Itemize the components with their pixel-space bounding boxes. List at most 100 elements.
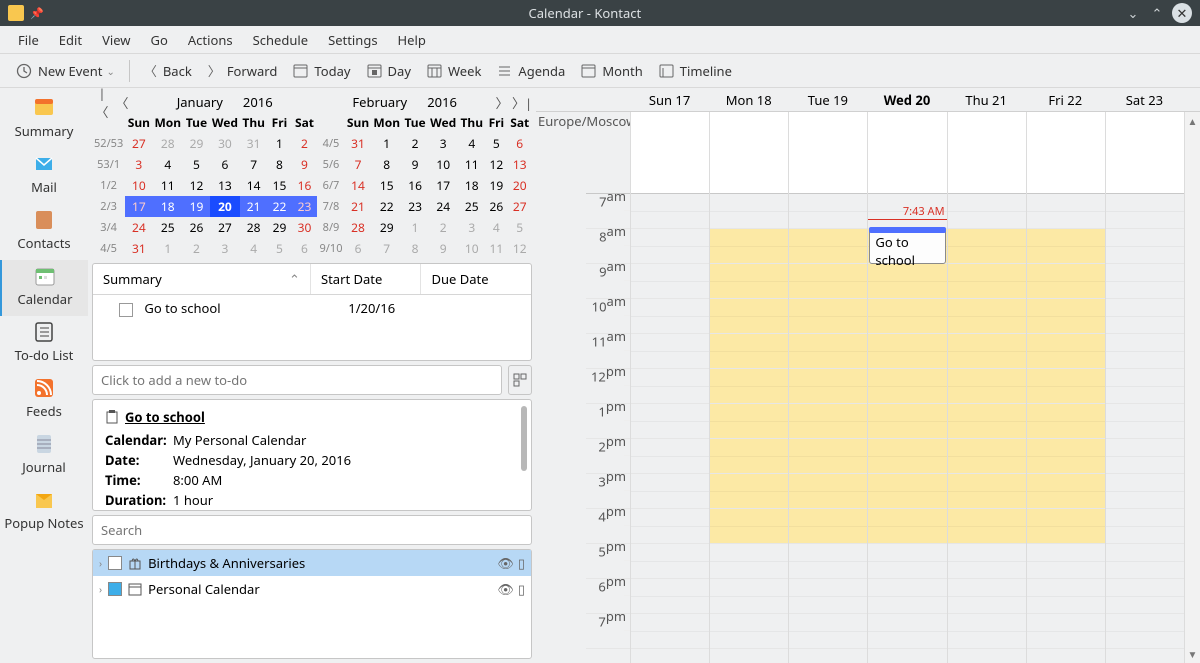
device-icon[interactable]: ▯ (518, 554, 525, 572)
minical-prev-button[interactable]: 〈 (112, 93, 132, 112)
sidebar-item-summary[interactable]: Summary (0, 92, 88, 148)
menu-actions[interactable]: Actions (178, 27, 243, 53)
search-input[interactable] (92, 515, 532, 545)
event-details: Go to school Calendar:My Personal Calend… (92, 399, 532, 511)
chevron-down-icon: ⌄ (106, 64, 114, 78)
timeline-icon (659, 63, 674, 78)
week-scrollbar[interactable]: ▲ ▼ (1184, 112, 1200, 663)
close-button[interactable]: ✕ (1172, 3, 1192, 23)
calendar-week-icon (427, 63, 442, 78)
menu-schedule[interactable]: Schedule (243, 27, 318, 53)
sidebar-item-mail[interactable]: Mail (0, 148, 88, 204)
sidebar-item-feeds[interactable]: Feeds (0, 372, 88, 428)
tree-toggle-icon: › (99, 556, 102, 570)
day-button[interactable]: Day (359, 58, 419, 84)
day-column-wed[interactable]: 7:43 AM Go to school (867, 112, 946, 663)
day-header-fri[interactable]: Fri 22 (1026, 88, 1105, 111)
time-gutter: 7am 8am 9am 10am 11am 12pm 1pm 2pm 3pm 4… (586, 112, 630, 663)
calendar-icon (293, 63, 308, 78)
minical-next-button[interactable]: 〉 (492, 93, 512, 112)
minical-last-button[interactable]: 〉| (512, 93, 532, 112)
today-button[interactable]: Today (285, 58, 358, 84)
minical-january[interactable]: SunMonTueWedThuFriSat 52/53272829303112 … (92, 112, 317, 259)
current-time-label: 7:43 AM (903, 204, 945, 219)
app-icon (8, 5, 24, 21)
sidebar-item-contacts[interactable]: Contacts (0, 204, 88, 260)
todo-col-due[interactable]: Due Date (421, 264, 531, 294)
calendar-day-icon (367, 63, 382, 78)
day-header-thu[interactable]: Thu 21 (947, 88, 1026, 111)
scroll-up-icon[interactable]: ▲ (1185, 114, 1200, 128)
minical-year-label[interactable]: 2016 (417, 93, 467, 111)
forward-button[interactable]: 〉Forward (200, 57, 286, 84)
calendar-item-personal[interactable]: › Personal Calendar 👁▯ (93, 576, 531, 602)
sidebar-item-notes[interactable]: Popup Notes (0, 484, 88, 540)
day-header-mon[interactable]: Mon 18 (709, 88, 788, 111)
scroll-down-icon[interactable]: ▼ (1185, 647, 1200, 661)
calendar-month-icon (581, 63, 596, 78)
sidebar-item-calendar[interactable]: Calendar (0, 260, 88, 316)
menu-file[interactable]: File (8, 27, 49, 53)
sidebar-item-todo[interactable]: To-do List (0, 316, 88, 372)
sidebar-nav: Summary Mail Contacts Calendar To-do Lis… (0, 88, 88, 663)
details-scrollbar[interactable] (521, 406, 529, 504)
current-time-line (868, 219, 946, 220)
window-title: Calendar - Kontact (52, 4, 1118, 22)
agenda-button[interactable]: Agenda (489, 58, 573, 84)
day-header-tue[interactable]: Tue 19 (788, 88, 867, 111)
menu-go[interactable]: Go (141, 27, 178, 53)
day-header-wed[interactable]: Wed 20 (867, 88, 946, 111)
menu-view[interactable]: View (92, 27, 140, 53)
chevron-right-icon: 〉 (208, 61, 221, 80)
add-todo-input[interactable] (92, 365, 502, 395)
day-column-sun[interactable] (630, 112, 709, 663)
tree-toggle-icon: › (99, 582, 102, 596)
calendar-item-birthdays[interactable]: › Birthdays & Anniversaries 👁▯ (93, 550, 531, 576)
day-column-tue[interactable] (788, 112, 867, 663)
pin-icon[interactable]: 📌 (30, 6, 44, 21)
minical-month-label[interactable]: January (167, 93, 233, 111)
menu-edit[interactable]: Edit (49, 27, 92, 53)
menu-settings[interactable]: Settings (318, 27, 387, 53)
gift-icon (128, 556, 142, 570)
todo-table: Summary⌃ Start Date Due Date Go to schoo… (92, 263, 532, 361)
day-column-sat[interactable] (1105, 112, 1184, 663)
timezone-label: Europe/Moscow (536, 112, 586, 663)
calendar-tree: › Birthdays & Anniversaries 👁▯ › Persona… (92, 549, 532, 659)
eye-icon[interactable]: 👁 (497, 554, 514, 572)
sidebar-item-journal[interactable]: Journal (0, 428, 88, 484)
menu-help[interactable]: Help (388, 27, 436, 53)
minical-year-label[interactable]: 2016 (233, 93, 283, 111)
event-go-to-school[interactable]: Go to school (869, 229, 945, 264)
add-todo-options-button[interactable] (508, 365, 532, 395)
todo-col-summary[interactable]: Summary⌃ (93, 264, 311, 294)
back-button[interactable]: 〈Back (136, 57, 200, 84)
day-header-sun[interactable]: Sun 17 (630, 88, 709, 111)
event-title: Go to school (125, 408, 205, 426)
sort-asc-icon: ⌃ (289, 270, 300, 288)
todo-row[interactable]: Go to school 1/20/16 (93, 295, 531, 321)
chevron-left-icon: 〈 (144, 61, 157, 80)
clipboard-icon (105, 410, 119, 424)
toolbar: New Event ⌄ 〈Back 〉Forward Today Day Wee… (0, 54, 1200, 88)
minimize-button[interactable]: ⌄ (1124, 4, 1142, 22)
maximize-button[interactable]: ⌃ (1148, 4, 1166, 22)
month-button[interactable]: Month (573, 58, 650, 84)
device-icon[interactable]: ▯ (518, 580, 525, 598)
day-column-mon[interactable] (709, 112, 788, 663)
minical-month-label[interactable]: February (342, 93, 417, 111)
week-button[interactable]: Week (419, 58, 489, 84)
day-column-fri[interactable] (1026, 112, 1105, 663)
todo-checkbox[interactable] (119, 303, 133, 317)
new-event-button[interactable]: New Event ⌄ (8, 58, 123, 84)
minical-first-button[interactable]: |〈 (92, 88, 112, 121)
list-icon (497, 63, 512, 78)
timeline-button[interactable]: Timeline (651, 58, 740, 84)
clock-icon (16, 63, 32, 79)
eye-icon[interactable]: 👁 (497, 580, 514, 598)
day-column-thu[interactable] (947, 112, 1026, 663)
minical-february[interactable]: SunMonTueWedThuFriSat 4/531123456 5/6789… (317, 112, 532, 259)
menubar: File Edit View Go Actions Schedule Setti… (0, 26, 1200, 54)
day-header-sat[interactable]: Sat 23 (1105, 88, 1184, 111)
todo-col-start[interactable]: Start Date (311, 264, 422, 294)
